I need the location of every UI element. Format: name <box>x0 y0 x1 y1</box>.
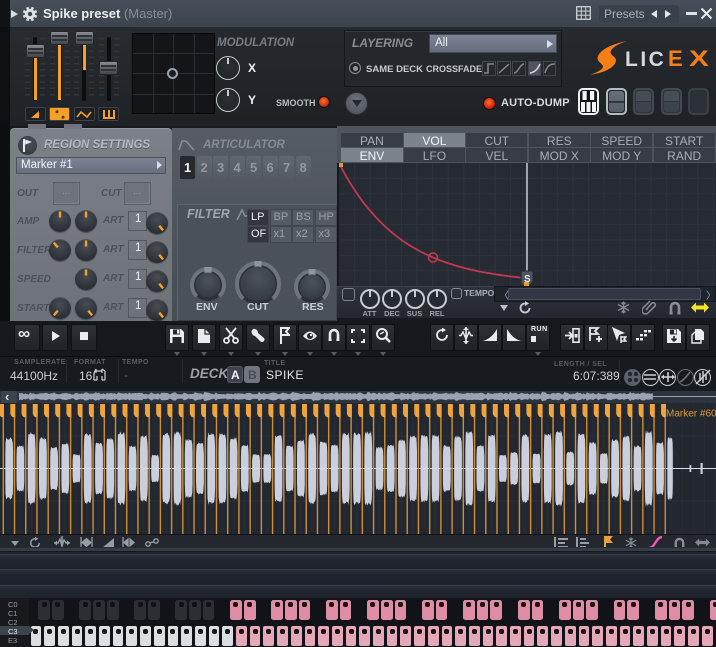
svg-text:E: E <box>668 46 683 71</box>
svg-text:LIC: LIC <box>625 48 666 71</box>
svg-text:X: X <box>689 46 709 71</box>
svg-text:Marker #60: Marker #60 <box>666 409 716 420</box>
